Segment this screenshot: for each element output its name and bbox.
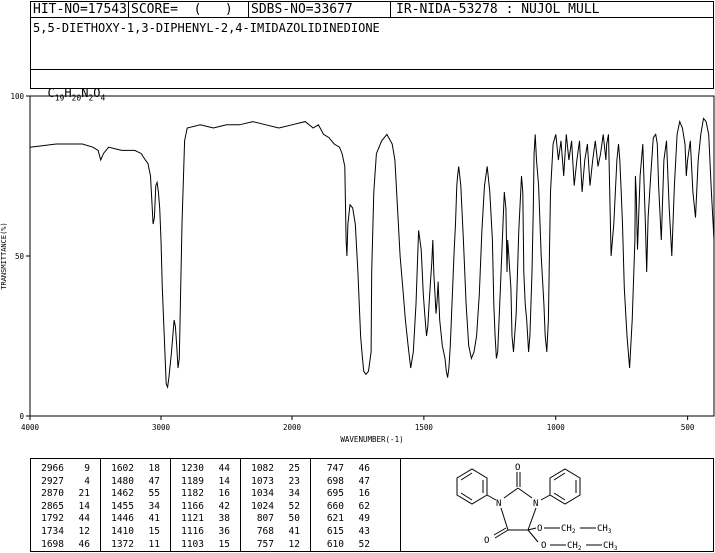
x-tick-label-1000: 1000 [547,423,566,432]
carbonyl-left-bond-2 [493,527,507,536]
y-tick-label-100: 100 [10,92,24,101]
ethyl-ch2-upper: CH2 [561,524,576,535]
ch2-upper-text: CH [561,524,572,534]
peak-table-column-divider [100,458,101,552]
x-tick-label-3000: 3000 [152,423,171,432]
ch3-lower-sub: 3 [614,545,618,552]
x-tick-label-2000: 2000 [283,423,302,432]
ethyl-ch2-lower: CH2 [567,541,582,552]
x-tick-label-500: 500 [681,423,695,432]
peak-intensities-column: 46 47 16 62 49 43 52 [358,463,370,550]
x-tick-label-4000: 4000 [21,423,40,432]
y-axis-label: TRANSMITTANCE(%) [0,222,8,289]
peak-intensities-column: 44 14 16 42 38 36 15 [218,463,230,550]
peak-wavenumbers-column: 1082 1073 1034 1024 807 768 757 [251,463,274,550]
atom-n3: N [533,499,538,509]
ch2-lower-text: CH [567,541,578,551]
atom-o-left: O [484,536,489,546]
peak-wavenumbers-column: 1230 1189 1182 1166 1121 1116 1103 [181,463,204,550]
x-axis-label: WAVENUMBER(-1) [340,435,403,444]
bond-n1-c5 [500,507,509,531]
atom-n1: N [496,499,501,509]
ethyl-ch3-upper: CH3 [597,524,612,535]
atom-o-ether-upper: O [537,524,542,534]
axis-ticks: 4000 3000 2000 1500 1000 500 0 50 100 [10,92,694,432]
peak-wavenumbers-column: 2966 2927 2870 2865 1792 1734 1698 [41,463,64,550]
peak-wavenumbers-column: 1602 1480 1462 1455 1446 1410 1372 [111,463,134,550]
peak-wavenumbers-column: 747 698 695 660 621 615 610 [326,463,344,550]
ir-spectrum-chart: 4000 3000 2000 1500 1000 500 0 50 100 WAVENUMBER… [0,92,715,444]
spectrum-line [29,117,715,390]
y-tick-label-50: 50 [15,252,25,261]
atom-o-top: O [515,463,520,473]
bond-c2-n3 [517,487,533,499]
ch3-upper-text: CH [597,524,608,534]
peak-intensities-column: 9 4 21 14 44 12 46 [78,463,90,550]
bond-n3-c4 [527,507,537,531]
peak-intensities-column: 18 47 55 34 41 15 11 [148,463,160,550]
ch2-upper-sub: 2 [572,528,576,535]
x-tick-label-1500: 1500 [415,423,434,432]
bond-n1-phenyl [486,494,497,501]
ch2-lower-sub: 2 [578,545,582,552]
peak-intensities-column: 25 23 34 52 50 41 12 [288,463,300,550]
peak-table-column-divider [240,458,241,552]
ethyl-ch3-lower: CH3 [603,541,618,552]
ch3-lower-text: CH [603,541,614,551]
peak-table-column-divider [310,458,311,552]
bond-n3-phenyl [540,494,551,501]
atom-o-ether-lower: O [541,541,546,551]
ch3-upper-sub: 3 [608,528,612,535]
bond-n1-c2 [503,487,519,499]
y-tick-label-0: 0 [19,412,24,421]
peak-table-column-divider [170,458,171,552]
chemical-structure: O N N O O CH2 O CH3 CH2 CH3 [456,463,618,552]
bond-c5-o-upper [527,527,537,531]
